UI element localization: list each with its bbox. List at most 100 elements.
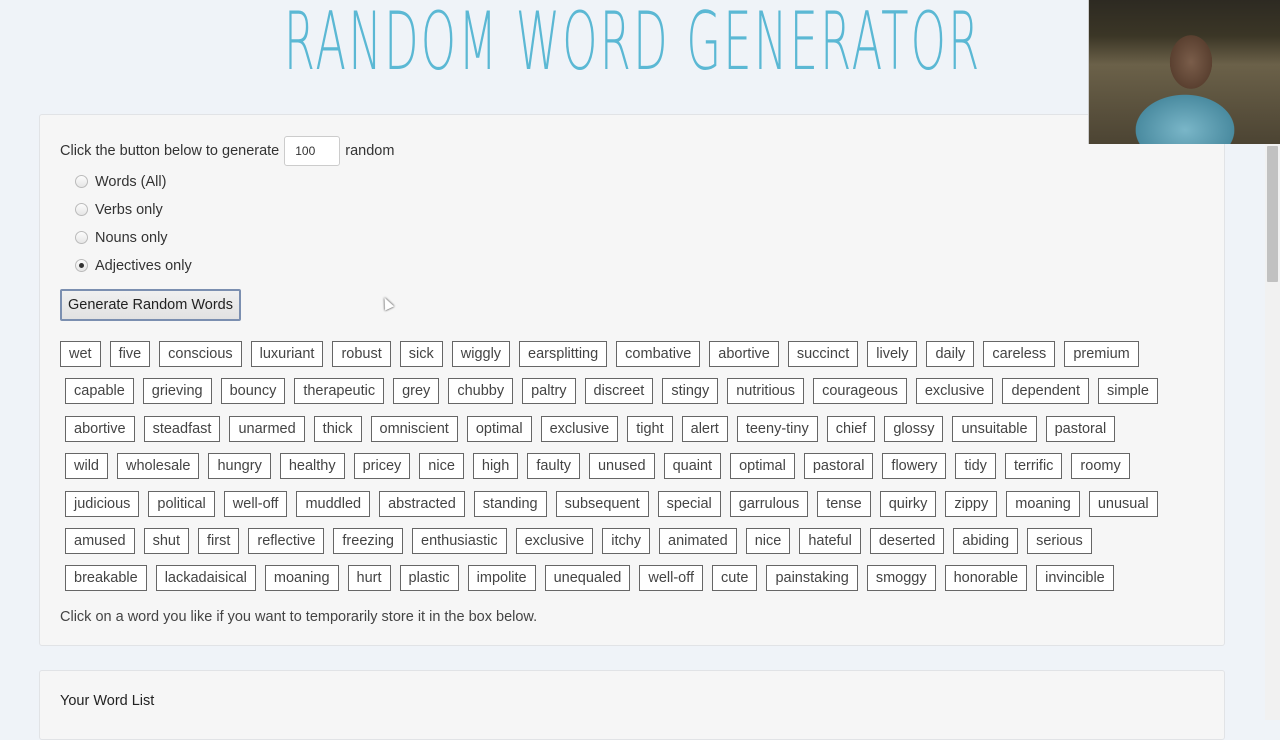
word-chip[interactable]: abiding <box>953 527 1019 554</box>
word-chip[interactable]: nice <box>419 453 464 480</box>
word-chip[interactable]: hurt <box>347 565 391 592</box>
word-chip[interactable]: chief <box>826 415 876 442</box>
word-chip[interactable]: nice <box>745 527 791 554</box>
word-chip[interactable]: hungry <box>208 453 271 480</box>
word-chip[interactable]: thick <box>313 415 362 442</box>
word-chip[interactable]: grey <box>393 378 440 405</box>
word-chip[interactable]: bouncy <box>220 378 286 405</box>
word-chip[interactable]: glossy <box>884 415 944 442</box>
word-chip[interactable]: quaint <box>663 453 722 480</box>
word-chip[interactable]: abortive <box>709 341 779 367</box>
word-chip[interactable]: omniscient <box>370 415 458 442</box>
word-chip[interactable]: capable <box>65 378 134 405</box>
word-chip[interactable]: animated <box>659 527 737 554</box>
word-chip[interactable]: pastoral <box>803 453 874 480</box>
word-chip[interactable]: flowery <box>882 453 947 480</box>
word-chip[interactable]: hateful <box>799 527 861 554</box>
word-chip[interactable]: plastic <box>399 565 459 592</box>
word-chip[interactable]: unused <box>588 453 655 480</box>
word-chip[interactable]: serious <box>1027 527 1092 554</box>
word-chip[interactable]: painstaking <box>766 565 858 592</box>
generate-random-words-button[interactable]: Generate Random Words <box>60 289 241 321</box>
word-chip[interactable]: lively <box>867 341 918 367</box>
word-chip[interactable]: standing <box>473 490 547 517</box>
radio-button[interactable] <box>75 258 88 272</box>
word-chip[interactable]: wholesale <box>116 453 200 480</box>
word-chip[interactable]: deserted <box>869 527 945 554</box>
word-chip[interactable]: unusual <box>1088 490 1158 517</box>
word-chip[interactable]: breakable <box>65 565 147 592</box>
option-adjectives-only[interactable]: Adjectives only <box>75 252 192 280</box>
word-chip[interactable]: lackadaisical <box>155 565 256 592</box>
word-chip[interactable]: chubby <box>448 378 514 405</box>
word-chip[interactable]: pastoral <box>1045 415 1116 442</box>
word-chip[interactable]: discreet <box>584 378 654 405</box>
word-chip[interactable]: well-off <box>223 490 288 517</box>
word-chip[interactable]: cute <box>712 565 758 592</box>
word-chip[interactable]: tense <box>817 490 871 517</box>
word-chip[interactable]: unsuitable <box>952 415 1037 442</box>
word-chip[interactable]: well-off <box>639 565 704 592</box>
word-chip[interactable]: optimal <box>466 415 532 442</box>
word-chip[interactable]: succinct <box>787 341 859 367</box>
option-nouns-only[interactable]: Nouns only <box>75 224 192 252</box>
word-chip[interactable]: alert <box>681 415 728 442</box>
word-chip[interactable]: reflective <box>248 527 325 554</box>
word-chip[interactable]: healthy <box>279 453 345 480</box>
word-chip[interactable]: judicious <box>65 490 140 517</box>
word-chip[interactable]: five <box>109 341 151 367</box>
word-chip[interactable]: invincible <box>1036 565 1114 592</box>
word-chip[interactable]: exclusive <box>915 378 994 405</box>
radio-button[interactable] <box>75 202 88 216</box>
word-chip[interactable]: political <box>148 490 215 517</box>
word-chip[interactable]: wild <box>65 453 108 480</box>
word-chip[interactable]: moaning <box>264 565 339 592</box>
word-chip[interactable]: high <box>472 453 519 480</box>
word-count-input[interactable] <box>284 136 341 166</box>
word-chip[interactable]: exclusive <box>515 527 594 554</box>
word-chip[interactable]: freezing <box>333 527 403 554</box>
scrollbar-thumb[interactable] <box>1267 146 1278 282</box>
word-chip[interactable]: moaning <box>1006 490 1080 517</box>
word-chip[interactable]: terrific <box>1004 453 1063 480</box>
word-chip[interactable]: luxuriant <box>250 341 324 367</box>
word-chip[interactable]: wiggly <box>451 341 511 367</box>
word-chip[interactable]: impolite <box>467 565 536 592</box>
word-chip[interactable]: paltry <box>522 378 576 405</box>
word-chip[interactable]: tight <box>627 415 673 442</box>
word-chip[interactable]: wet <box>60 341 101 367</box>
word-chip[interactable]: smoggy <box>866 565 936 592</box>
word-chip[interactable]: unequaled <box>544 565 631 592</box>
word-chip[interactable]: teeny-tiny <box>736 415 818 442</box>
word-chip[interactable]: pricey <box>353 453 411 480</box>
word-chip[interactable]: premium <box>1064 341 1139 367</box>
word-chip[interactable]: earsplitting <box>519 341 608 367</box>
word-chip[interactable]: steadfast <box>143 415 221 442</box>
scrollbar[interactable] <box>1265 144 1280 720</box>
word-chip[interactable]: amused <box>65 527 135 554</box>
word-chip[interactable]: optimal <box>730 453 795 480</box>
word-chip[interactable]: itchy <box>602 527 651 554</box>
word-chip[interactable]: special <box>657 490 721 517</box>
word-chip[interactable]: tidy <box>955 453 996 480</box>
word-chip[interactable]: robust <box>332 341 391 367</box>
word-chip[interactable]: quirky <box>879 490 937 517</box>
word-chip[interactable]: therapeutic <box>294 378 385 405</box>
word-chip[interactable]: unarmed <box>229 415 305 442</box>
word-chip[interactable]: sick <box>399 341 443 367</box>
word-chip[interactable]: abstracted <box>379 490 465 517</box>
word-chip[interactable]: dependent <box>1002 378 1090 405</box>
word-chip[interactable]: roomy <box>1071 453 1130 480</box>
word-chip[interactable]: simple <box>1098 378 1158 405</box>
word-chip[interactable]: exclusive <box>540 415 619 442</box>
option-words-all[interactable]: Words (All) <box>75 168 192 196</box>
word-chip[interactable]: enthusiastic <box>412 527 507 554</box>
word-chip[interactable]: faulty <box>527 453 580 480</box>
word-chip[interactable]: honorable <box>944 565 1028 592</box>
word-chip[interactable]: conscious <box>159 341 242 367</box>
word-chip[interactable]: grieving <box>142 378 212 405</box>
word-chip[interactable]: abortive <box>65 415 135 442</box>
word-chip[interactable]: zippy <box>945 490 998 517</box>
word-chip[interactable]: stingy <box>662 378 719 405</box>
radio-button[interactable] <box>75 174 88 188</box>
